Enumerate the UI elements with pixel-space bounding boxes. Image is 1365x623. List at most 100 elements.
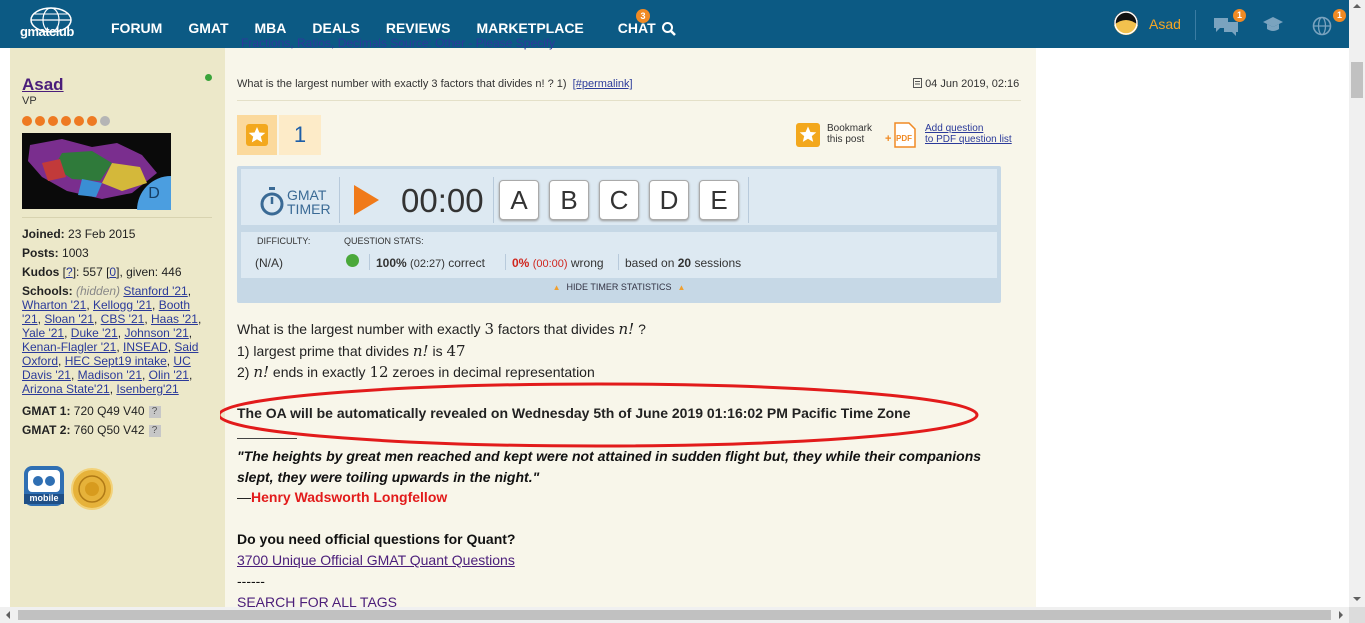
school-link[interactable]: Stanford '21 [123, 284, 187, 298]
vertical-scroll-thumb[interactable] [1351, 62, 1363, 98]
messages-badge: 1 [1233, 9, 1246, 22]
school-link[interactable]: Yale '21 [22, 326, 64, 340]
post-header-title: What is the largest number with exactly … [237, 78, 567, 90]
add-pdf-icon[interactable]: PDF + [885, 122, 917, 148]
school-link[interactable]: INSEAD [123, 340, 168, 354]
nav-deals[interactable]: DEALS [312, 20, 359, 36]
nav-chat[interactable]: CHAT [618, 20, 656, 36]
kudos-link[interactable]: 0 [109, 265, 116, 279]
school-link[interactable]: Johnson '21 [124, 326, 188, 340]
nav-reviews[interactable]: REVIEWS [386, 20, 451, 36]
gmat2-help-icon[interactable]: ? [148, 424, 161, 437]
difficulty-label: DIFFICULTY: [257, 236, 311, 246]
school-link[interactable]: Duke '21 [71, 326, 118, 340]
scroll-up-icon[interactable] [1349, 0, 1365, 12]
school-link[interactable]: Kenan-Flagler '21 [22, 340, 116, 354]
logo-text[interactable]: gmatclub [20, 24, 74, 39]
kudos-count: 1 [279, 115, 321, 155]
school-link[interactable]: Haas '21 [151, 312, 198, 326]
joined-info: Joined: 23 Feb 2015 [22, 227, 136, 241]
official-questions-link[interactable]: 3700 Unique Official GMAT Quant Question… [237, 552, 515, 568]
play-icon[interactable] [351, 183, 381, 217]
answer-a-button[interactable]: A [499, 180, 539, 220]
sessions-stat: based on 20 sessions [625, 256, 742, 270]
bookmark-star-icon[interactable] [795, 122, 821, 148]
timer-divider [748, 177, 749, 223]
school-link[interactable]: Kellogg '21 [93, 298, 152, 312]
header-divider [237, 100, 1021, 101]
hide-timer-stats-link[interactable]: ▲ HIDE TIMER STATISTICS ▲ [237, 282, 1001, 292]
kudos-help-link[interactable]: ? [66, 265, 73, 279]
svg-text:PDF: PDF [896, 134, 912, 143]
question-line-3: 2) n! ends in exactly 12 zeroes in decim… [237, 363, 595, 381]
post-header: What is the largest number with exactly … [237, 78, 633, 90]
scroll-left-icon[interactable] [2, 607, 14, 623]
gmat-timer-widget: GMAT TIMER 00:00 A B C D E DIFFICULTY: (N… [237, 166, 1001, 303]
answer-b-button[interactable]: B [549, 180, 589, 220]
posts-info: Posts: 1003 [22, 246, 89, 260]
horizontal-scroll-thumb[interactable] [18, 610, 1331, 620]
permalink[interactable]: [#permalink] [573, 78, 633, 90]
tag-links-cut[interactable]: Fractions, Ratios, Decimals Source: Othe… [241, 36, 555, 50]
rank-dot-empty [100, 116, 110, 126]
kudos-button[interactable] [237, 115, 277, 155]
oa-reveal-notice: The OA will be automatically revealed on… [237, 405, 911, 421]
correct-stat: 100% (02:27) correct [376, 256, 485, 270]
search-icon[interactable] [661, 21, 677, 37]
timer-divider [493, 177, 494, 223]
stopwatch-icon [260, 187, 284, 216]
gmat1-help-icon[interactable]: ? [148, 405, 161, 418]
vertical-scrollbar[interactable] [1349, 0, 1365, 607]
user-avatar[interactable] [1114, 11, 1138, 35]
rank-dot [87, 116, 97, 126]
school-link[interactable]: Olin '21 [149, 368, 189, 382]
scroll-down-icon[interactable] [1349, 593, 1365, 605]
nav-separator [1195, 10, 1196, 40]
svg-text:+: + [885, 133, 891, 145]
schools-list: Schools: (hidden) Stanford '21, Wharton … [22, 284, 202, 396]
answer-c-button[interactable]: C [599, 180, 639, 220]
answer-d-button[interactable]: D [649, 180, 689, 220]
gmat2-score: GMAT 2: 760 Q50 V42? [22, 423, 161, 437]
globe-icon[interactable] [1312, 16, 1332, 36]
nav-user-name[interactable]: Asad [1149, 16, 1181, 32]
nav-marketplace[interactable]: MARKETPLACE [476, 20, 583, 36]
timer-display: 00:00 [401, 182, 484, 219]
gold-seal-badge-icon[interactable] [71, 468, 113, 510]
rank-dot [74, 116, 84, 126]
nav-mba[interactable]: MBA [255, 20, 287, 36]
mobile-app-badge-icon[interactable]: mobile [24, 466, 64, 506]
scroll-right-icon[interactable] [1335, 607, 1347, 623]
gmat1-score: GMAT 1: 720 Q49 V40? [22, 404, 161, 418]
question-stats: DIFFICULTY: (N/A) QUESTION STATS: 100% (… [241, 232, 997, 278]
nav-gmat[interactable]: GMAT [188, 20, 228, 36]
question-line-2: 1) largest prime that divides n! is 47 [237, 342, 466, 360]
rank-dot [35, 116, 45, 126]
username-link[interactable]: Asad [22, 75, 64, 95]
notifications-badge: 1 [1333, 9, 1346, 22]
top-nav-bar: gmatclub FORUM GMAT MBA DEALS REVIEWS MA… [0, 0, 1349, 48]
answer-e-button[interactable]: E [699, 180, 739, 220]
timer-divider [339, 177, 340, 223]
school-link[interactable]: HEC Sept19 intake [65, 354, 167, 368]
school-link[interactable]: Wharton '21 [22, 298, 86, 312]
graduation-cap-icon[interactable] [1263, 16, 1283, 34]
school-link[interactable]: CBS '21 [101, 312, 145, 326]
mobile-badge-label: mobile [29, 493, 59, 503]
chat-badge: 3 [636, 9, 650, 23]
rank-dots [22, 116, 110, 126]
signature-dashes: ------ [237, 573, 265, 589]
school-link[interactable]: Madison '21 [78, 368, 142, 382]
star-icon [246, 124, 268, 146]
online-status-icon [205, 74, 212, 81]
add-to-pdf-link[interactable]: Add question to PDF question list [925, 123, 1012, 145]
horizontal-scrollbar[interactable] [0, 607, 1349, 623]
school-link[interactable]: Isenberg'21 [116, 382, 178, 396]
bookmark-label[interactable]: Bookmark this post [827, 123, 872, 145]
school-link[interactable]: Sloan '21 [44, 312, 94, 326]
nav-forum[interactable]: FORUM [111, 20, 162, 36]
school-link[interactable]: Arizona State'21 [22, 382, 110, 396]
post-date: 04 Jun 2019, 02:16 [913, 78, 1019, 90]
timer-controls: GMAT TIMER 00:00 A B C D E [241, 169, 997, 225]
signature-quote: "The heights by great men reached and ke… [237, 448, 982, 485]
